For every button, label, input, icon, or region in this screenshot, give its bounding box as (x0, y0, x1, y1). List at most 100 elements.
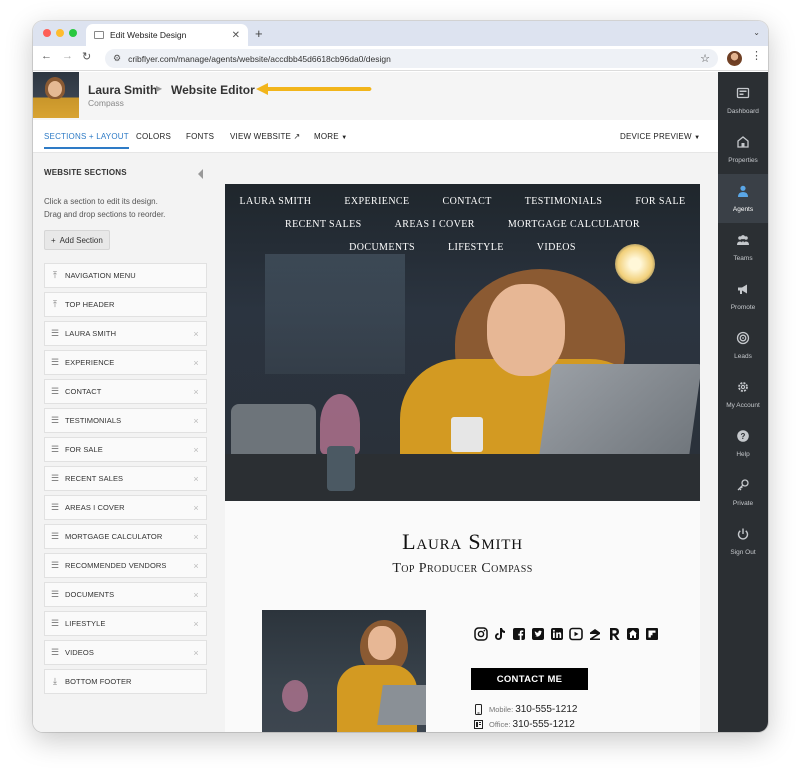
mobile-number[interactable]: 310-555-1212 (515, 704, 577, 715)
collapse-panel-icon[interactable] (198, 169, 203, 179)
tab-colors[interactable]: COLORS (136, 132, 171, 141)
drag-handle-icon[interactable]: ☰ (45, 357, 65, 368)
preview-nav-link[interactable]: MORTGAGE CALCULATOR (508, 219, 640, 230)
remove-section-icon[interactable]: × (186, 503, 206, 513)
drag-handle-icon[interactable]: ☰ (45, 531, 65, 542)
instagram-icon[interactable] (473, 626, 488, 641)
remove-section-icon[interactable]: × (186, 561, 206, 571)
zoom-window-button[interactable] (69, 29, 77, 37)
agent-name[interactable]: Laura Smith (88, 83, 157, 97)
drag-handle-icon[interactable]: ☰ (45, 589, 65, 600)
minimize-window-button[interactable] (56, 29, 64, 37)
back-icon[interactable]: ← (41, 50, 52, 62)
section-item[interactable]: ☰ VIDEOS × (44, 640, 207, 665)
hero-image[interactable]: LAURA SMITH EXPERIENCE CONTACT TESTIMONIALS… (225, 184, 700, 501)
sidebar-item-properties[interactable]: Properties (718, 125, 768, 174)
add-section-button[interactable]: + Add Section (44, 230, 110, 250)
remove-section-icon[interactable]: × (186, 648, 206, 658)
preview-nav-link[interactable]: EXPERIENCE (344, 196, 409, 207)
section-item[interactable]: ☰ DOCUMENTS × (44, 582, 207, 607)
section-item[interactable]: ⤓ BOTTOM FOOTER (44, 669, 207, 694)
realtor-icon[interactable] (606, 626, 621, 641)
new-tab-button[interactable]: + (255, 26, 263, 41)
preview-nav-link[interactable]: DOCUMENTS (349, 242, 415, 253)
close-window-button[interactable] (43, 29, 51, 37)
drag-handle-icon[interactable]: ☰ (45, 618, 65, 629)
drag-handle-icon[interactable]: ☰ (45, 560, 65, 571)
drag-handle-icon[interactable]: ☰ (45, 647, 65, 658)
remove-section-icon[interactable]: × (186, 358, 206, 368)
remove-section-icon[interactable]: × (186, 590, 206, 600)
preview-nav-link[interactable]: FOR SALE (635, 196, 685, 207)
drag-handle-icon[interactable]: ☰ (45, 473, 65, 484)
reload-icon[interactable]: ↻ (82, 50, 91, 63)
section-item[interactable]: ☰ MORTGAGE CALCULATOR × (44, 524, 207, 549)
pin-top-icon[interactable]: ⤒ (45, 299, 65, 310)
sidebar-item-my-account[interactable]: My Account (718, 370, 768, 419)
sidebar-item-sign-out[interactable]: Sign Out (718, 517, 768, 566)
forward-icon[interactable]: → (62, 50, 73, 62)
zillow-icon[interactable] (587, 626, 602, 641)
preview-nav-link[interactable]: LAURA SMITH (240, 196, 312, 207)
bookmark-star-icon[interactable]: ☆ (700, 52, 710, 65)
section-item[interactable]: ⤒ NAVIGATION MENU (44, 263, 207, 288)
remove-section-icon[interactable]: × (186, 445, 206, 455)
browser-tab[interactable]: Edit Website Design ✕ (86, 24, 248, 46)
section-item[interactable]: ☰ RECOMMENDED VENDORS × (44, 553, 207, 578)
preview-nav-link[interactable]: CONTACT (443, 196, 492, 207)
remove-section-icon[interactable]: × (186, 387, 206, 397)
preview-nav-link[interactable]: TESTIMONIALS (525, 196, 603, 207)
twitter-icon[interactable] (530, 626, 545, 641)
preview-nav-link[interactable]: LIFESTYLE (448, 242, 504, 253)
drag-handle-icon[interactable]: ☰ (45, 444, 65, 455)
office-number[interactable]: 310-555-1212 (513, 719, 575, 730)
section-item[interactable]: ☰ LAURA SMITH × (44, 321, 207, 346)
sidebar-item-private[interactable]: Private (718, 468, 768, 517)
homes-icon[interactable] (625, 626, 640, 641)
browser-menu-icon[interactable]: ⋮ (751, 49, 762, 62)
tab-more[interactable]: MORE ▼ (314, 132, 347, 141)
sidebar-item-dashboard[interactable]: Dashboard (718, 76, 768, 125)
sidebar-item-leads[interactable]: Leads (718, 321, 768, 370)
section-item[interactable]: ☰ RECENT SALES × (44, 466, 207, 491)
section-item[interactable]: ☰ AREAS I COVER × (44, 495, 207, 520)
site-info-icon[interactable]: ⚙ (113, 53, 121, 64)
sidebar-item-agents[interactable]: Agents (718, 174, 768, 223)
profile-avatar[interactable] (727, 51, 742, 66)
pin-bottom-icon[interactable]: ⤓ (45, 676, 65, 687)
sidebar-item-help[interactable]: ? Help (718, 419, 768, 468)
drag-handle-icon[interactable]: ☰ (45, 328, 65, 339)
tab-view-website[interactable]: VIEW WEBSITE ↗ (230, 132, 300, 141)
remove-section-icon[interactable]: × (186, 329, 206, 339)
section-item[interactable]: ☰ EXPERIENCE × (44, 350, 207, 375)
remove-section-icon[interactable]: × (186, 619, 206, 629)
sidebar-item-teams[interactable]: Teams (718, 223, 768, 272)
tab-close-icon[interactable]: ✕ (232, 30, 240, 41)
remove-section-icon[interactable]: × (186, 532, 206, 542)
section-item[interactable]: ☰ FOR SALE × (44, 437, 207, 462)
tab-fonts[interactable]: FONTS (186, 132, 214, 141)
preview-nav-link[interactable]: VIDEOS (537, 242, 576, 253)
section-item[interactable]: ☰ LIFESTYLE × (44, 611, 207, 636)
tab-search-icon[interactable]: ⌄ (753, 28, 760, 37)
device-preview-dropdown[interactable]: DEVICE PREVIEW ▼ (620, 132, 700, 141)
pin-top-icon[interactable]: ⤒ (45, 270, 65, 281)
flipboard-icon[interactable] (644, 626, 659, 641)
contact-me-button[interactable]: CONTACT ME (471, 668, 588, 690)
tab-sections-layout[interactable]: SECTIONS + LAYOUT (44, 132, 129, 149)
tiktok-icon[interactable] (492, 626, 507, 641)
sidebar-item-promote[interactable]: Promote (718, 272, 768, 321)
address-bar[interactable]: ⚙ cribflyer.com/manage/agents/website/ac… (105, 49, 718, 68)
linkedin-icon[interactable] (549, 626, 564, 641)
facebook-icon[interactable] (511, 626, 526, 641)
section-item[interactable]: ☰ TESTIMONIALS × (44, 408, 207, 433)
section-item[interactable]: ⤒ TOP HEADER (44, 292, 207, 317)
section-item[interactable]: ☰ CONTACT × (44, 379, 207, 404)
remove-section-icon[interactable]: × (186, 474, 206, 484)
drag-handle-icon[interactable]: ☰ (45, 502, 65, 513)
drag-handle-icon[interactable]: ☰ (45, 415, 65, 426)
drag-handle-icon[interactable]: ☰ (45, 386, 65, 397)
remove-section-icon[interactable]: × (186, 416, 206, 426)
preview-nav-link[interactable]: RECENT SALES (285, 219, 362, 230)
youtube-icon[interactable] (568, 626, 583, 641)
